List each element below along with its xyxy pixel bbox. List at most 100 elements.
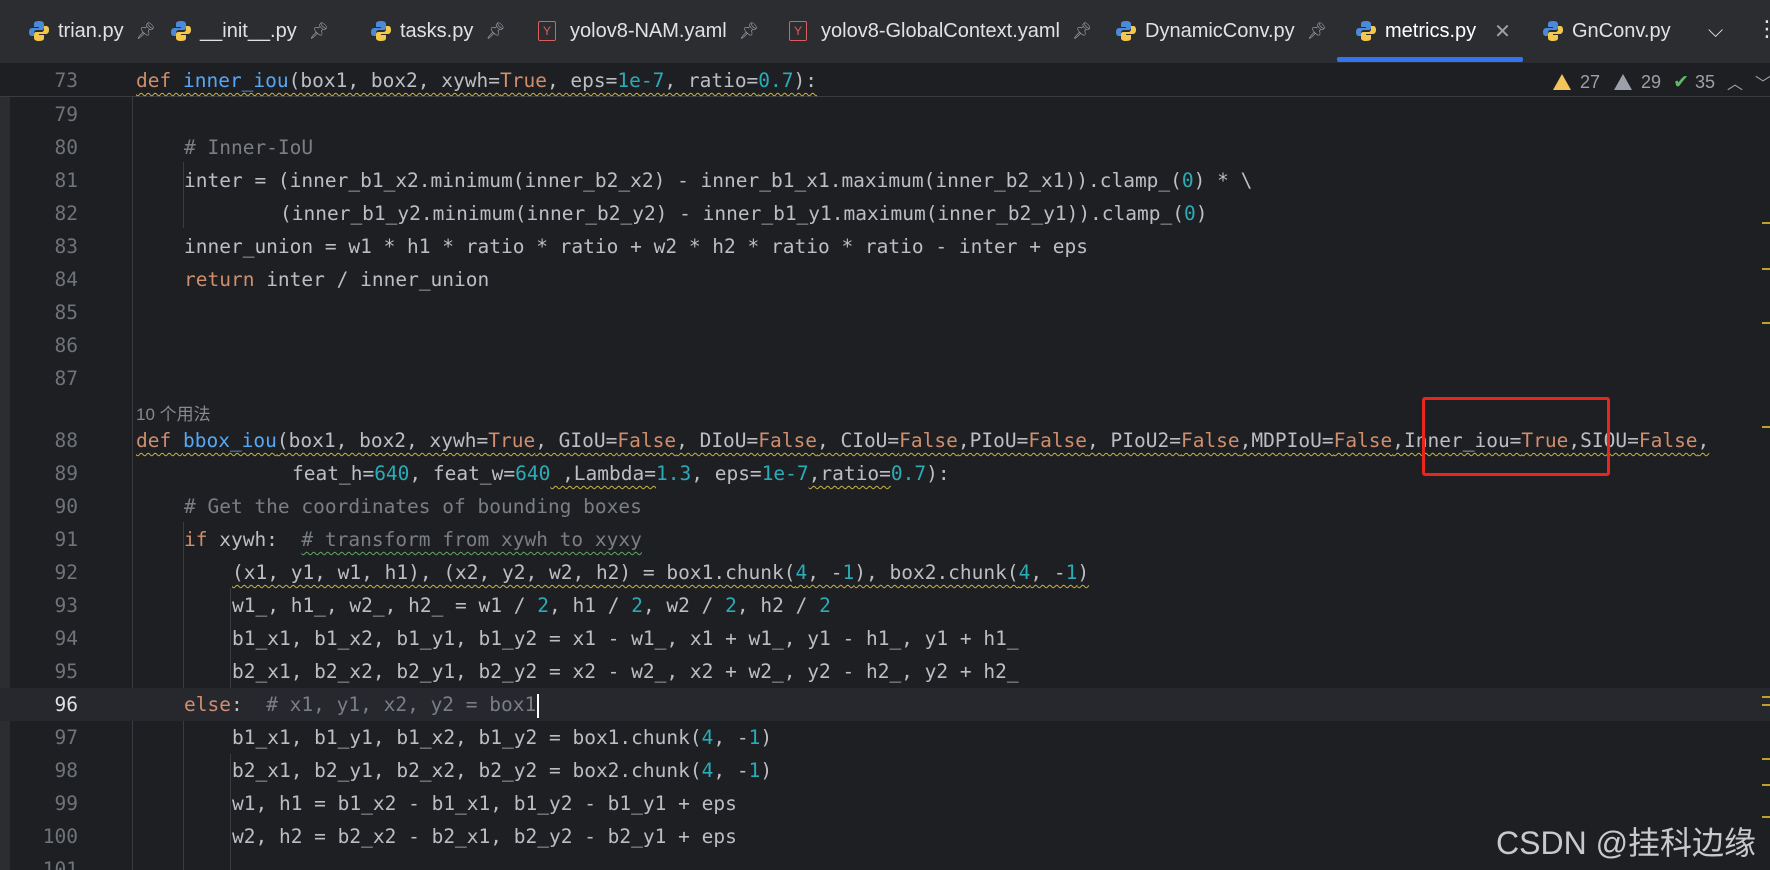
- warning-marker[interactable]: [1762, 696, 1770, 698]
- tab-dynamicconv-py[interactable]: DynamicConv.py 📌︎: [1115, 0, 1327, 62]
- number-literal: 4: [701, 726, 714, 749]
- line-number: 97: [54, 726, 78, 749]
- tab-metrics-py[interactable]: metrics.py ✕: [1355, 0, 1511, 62]
- warning-marker[interactable]: [1762, 268, 1770, 270]
- watermark: CSDN @挂科边缘: [1496, 825, 1757, 861]
- number-literal: 2: [725, 594, 737, 617]
- active-tab-indicator: [1337, 57, 1523, 62]
- line-number: 89: [54, 462, 78, 485]
- code-token: ): [1195, 202, 1208, 225]
- code-text: else: # x1, y1, x2, y2 = box1: [184, 688, 540, 721]
- warning-icon: [1553, 74, 1571, 90]
- code-token: , -: [713, 726, 749, 749]
- line-number: 73: [54, 69, 78, 92]
- weak-warning-icon: [1614, 74, 1633, 90]
- python-file-icon: [171, 21, 191, 41]
- code-line[interactable]: 98 b2_x1, b2_y1, b2_x2, b2_y2 = box2.chu…: [0, 754, 1770, 787]
- code-line[interactable]: 99 w1, h1 = b1_x2 - b1_x1, b1_y2 - b1_y1…: [0, 787, 1770, 820]
- sticky-scope-header[interactable]: 73 def inner_iou(box1, box2, xywh=True, …: [0, 64, 1770, 97]
- tab-gnconv-py[interactable]: GnConv.py: [1542, 0, 1671, 62]
- tab-label: GnConv.py: [1572, 19, 1671, 42]
- function-name: inner_iou: [182, 69, 289, 92]
- code-text: # Get the coordinates of bounding boxes: [184, 490, 642, 523]
- code-line[interactable]: 95 b2_x1, b2_x2, b2_y1, b2_y2 = x2 - w2_…: [0, 655, 1770, 688]
- code-token: ):: [793, 69, 818, 92]
- code-line[interactable]: 87: [0, 362, 1770, 395]
- warning-marker[interactable]: [1762, 704, 1770, 706]
- line-number: 79: [54, 103, 78, 126]
- warning-marker[interactable]: [1762, 426, 1770, 428]
- code-line[interactable]: 84 return inter / inner_union: [0, 263, 1770, 296]
- code-line[interactable]: 90 # Get the coordinates of bounding box…: [0, 490, 1770, 523]
- close-icon[interactable]: ✕: [1494, 19, 1511, 44]
- code-token: , ratio=: [664, 69, 759, 92]
- tab-yolov8-globalcontext-yaml[interactable]: Y yolov8-GlobalContext.yaml 📌︎: [789, 0, 1092, 62]
- code-line-current[interactable]: 96 else: # x1, y1, x2, y2 = box1: [0, 688, 1770, 721]
- code-token: ) * \: [1193, 169, 1253, 192]
- code-token: , PIoU2=: [1087, 429, 1181, 452]
- code-token: , eps=: [691, 462, 762, 485]
- pin-icon[interactable]: 📌︎: [309, 21, 329, 41]
- code-token: inter / inner_union: [254, 268, 490, 291]
- code-token: ):: [926, 462, 950, 485]
- pin-icon[interactable]: 📌︎: [739, 21, 759, 41]
- code-text: (x1, y1, w1, h1), (x2, y2, w2, h2) = box…: [232, 556, 1089, 589]
- number-literal: 1: [748, 726, 761, 749]
- pin-icon[interactable]: 📌︎: [136, 21, 156, 41]
- line-number: 96: [54, 693, 78, 716]
- tab-trian-py[interactable]: trian.py 📌︎: [28, 0, 156, 62]
- tab-yolov8-nam-yaml[interactable]: Y yolov8-NAM.yaml 📌︎: [538, 0, 759, 62]
- comment: # Inner-IoU: [184, 136, 314, 159]
- scrollbar-marker-track[interactable]: [1758, 104, 1770, 870]
- code-line[interactable]: 94 b1_x1, b1_x2, b1_y1, b1_y2 = x1 - w1_…: [0, 622, 1770, 655]
- warning-marker[interactable]: [1762, 322, 1770, 324]
- line-number: 92: [54, 561, 78, 584]
- code-line[interactable]: 79: [0, 98, 1770, 131]
- tab-tasks-py[interactable]: tasks.py 📌︎: [370, 0, 506, 62]
- code-line[interactable]: 82 (inner_b1_y2.minimum(inner_b2_y2) - i…: [0, 197, 1770, 230]
- warning-count: 27: [1580, 71, 1601, 92]
- warning-marker[interactable]: [1762, 222, 1770, 224]
- pin-icon[interactable]: 📌︎: [1072, 21, 1092, 41]
- warning-marker[interactable]: [1762, 816, 1770, 818]
- number-literal: 640: [374, 462, 410, 485]
- inspection-widget[interactable]: 27 29 ✔ 35 ︿ ﹀: [1553, 70, 1770, 94]
- code-text: w1_, h1_, w2_, h2_ = w1 / 2, h1 / 2, w2 …: [232, 589, 831, 622]
- code-line[interactable]: 81 inter = (inner_b1_x2.minimum(inner_b2…: [0, 164, 1770, 197]
- chevron-down-icon[interactable]: ﹀: [1755, 70, 1770, 94]
- code-line[interactable]: 93 w1_, h1_, w2_, h2_ = w1 / 2, h1 / 2, …: [0, 589, 1770, 622]
- more-vertical-icon[interactable]: ⋮: [1756, 16, 1770, 42]
- code-line[interactable]: 92 (x1, y1, w1, h1), (x2, y2, w2, h2) = …: [0, 556, 1770, 589]
- code-line[interactable]: 91 if xywh: # transform from xywh to xyx…: [0, 523, 1770, 556]
- chevron-up-icon[interactable]: ︿: [1727, 70, 1743, 94]
- line-number: 91: [54, 528, 78, 551]
- line-number: 80: [54, 136, 78, 159]
- warning-marker[interactable]: [1762, 758, 1770, 760]
- code-line[interactable]: 73 def inner_iou(box1, box2, xywh=True, …: [0, 64, 1770, 97]
- code-line[interactable]: 83 inner_union = w1 * h1 * ratio * ratio…: [0, 230, 1770, 263]
- code-token: (box1, box2, xywh=: [288, 69, 500, 92]
- code-line[interactable]: 97 b1_x1, b1_y1, b1_x2, b1_y2 = box1.chu…: [0, 721, 1770, 754]
- python-file-icon: [1543, 21, 1563, 41]
- line-number: 83: [54, 235, 78, 258]
- bool-literal: True: [499, 69, 547, 92]
- pin-icon[interactable]: 📌︎: [485, 21, 505, 41]
- code-line[interactable]: 85: [0, 296, 1770, 329]
- bool-literal: False: [617, 429, 677, 452]
- python-file-icon: [371, 21, 391, 41]
- number-literal: 640: [515, 462, 551, 485]
- warning-marker[interactable]: [1762, 784, 1770, 786]
- number-literal: 1.3: [656, 462, 692, 485]
- number-literal: 0: [1181, 169, 1194, 192]
- pin-icon[interactable]: 📌︎: [1307, 21, 1327, 41]
- tab-init-py[interactable]: __init__.py 📌︎: [170, 0, 329, 62]
- usage-hint[interactable]: 10 个用法: [136, 400, 211, 425]
- python-file-icon: [1116, 21, 1136, 41]
- code-line[interactable]: 80 # Inner-IoU: [0, 131, 1770, 164]
- code-line[interactable]: 86: [0, 329, 1770, 362]
- python-file-icon: [29, 21, 49, 41]
- editor-tab-bar: trian.py 📌︎ __init__.py 📌︎ tasks.py 📌︎ Y…: [0, 0, 1770, 64]
- python-file-icon: [1356, 21, 1376, 41]
- chevron-down-icon[interactable]: ⌵: [1708, 20, 1723, 43]
- code-token: inter = (inner_b1_x2.minimum(inner_b2_x2…: [184, 169, 1182, 192]
